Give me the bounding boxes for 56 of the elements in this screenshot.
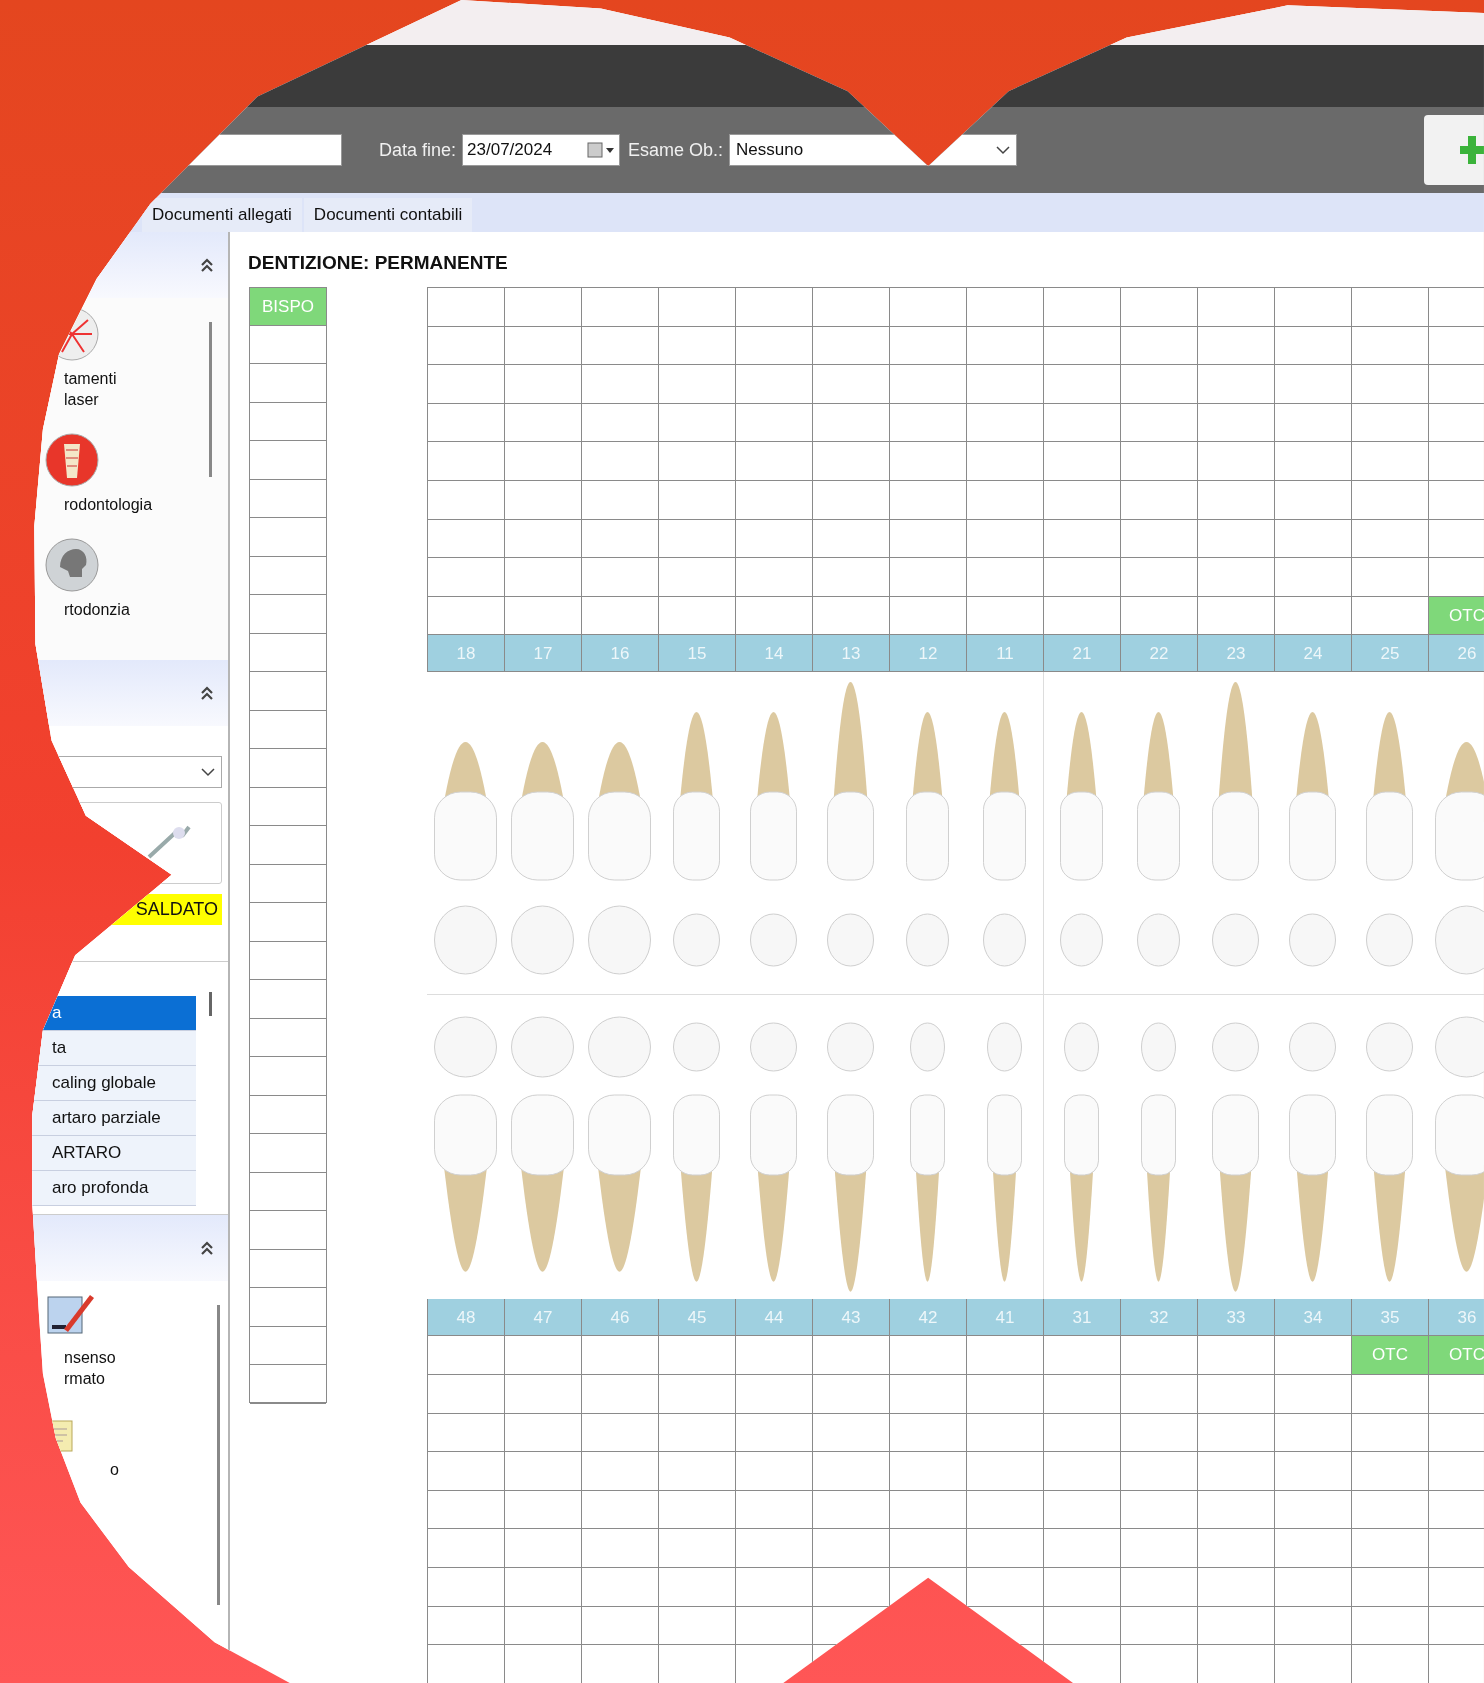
chevron-down-icon [201, 767, 215, 777]
scrollbar[interactable] [209, 992, 212, 1016]
tooth-number: 13 [841, 642, 861, 665]
tab[interactable]: Documenti contabili [303, 198, 473, 232]
scrollbar[interactable] [217, 1305, 220, 1605]
tooth-implant-icon [44, 432, 100, 488]
tooth-tag: OTC [1429, 1336, 1484, 1374]
panel-item-label[interactable]: tamenti laser [64, 368, 117, 410]
tooth-number: 45 [687, 1306, 707, 1329]
tooth-tag: OTC [1429, 596, 1484, 635]
collapse-icon[interactable] [200, 257, 214, 273]
tooth-number: 34 [1303, 1306, 1323, 1329]
tooth-number: 44 [764, 1306, 784, 1329]
add-button[interactable] [1424, 115, 1484, 185]
side-tag: BISPO [250, 288, 326, 325]
date-field[interactable]: 23/07/2024 [462, 134, 621, 166]
tooth-tag: OTC [1352, 1336, 1428, 1374]
tooth-number: 22 [1149, 642, 1169, 665]
end-date-label: Data fine: [379, 138, 457, 162]
panel-item-label[interactable]: o [110, 1459, 119, 1480]
tooth-number: 16 [610, 642, 630, 665]
tooth-number: 42 [918, 1306, 938, 1329]
tooth-number: 18 [456, 642, 476, 665]
panel-item-label[interactable]: rtodonzia [64, 599, 130, 620]
tooth-number: 32 [1149, 1306, 1169, 1329]
tab[interactable]: Documenti allegati [142, 198, 302, 232]
scrollbar[interactable] [209, 322, 212, 477]
tooth-number: 23 [1226, 642, 1246, 665]
tooth-number: 33 [1226, 1306, 1246, 1329]
tooth-number: 43 [841, 1306, 861, 1329]
tooth-number: 47 [533, 1306, 553, 1329]
collapse-icon[interactable] [200, 1240, 214, 1256]
tooth-number: 26 [1457, 642, 1477, 665]
skull-icon [44, 537, 100, 593]
chevron-down-icon [996, 145, 1011, 155]
panel-item-label[interactable]: rodontologia [64, 494, 153, 515]
tooth-number: 41 [995, 1306, 1015, 1329]
exam-label: Esame Ob.: [628, 138, 724, 162]
dentition-title: DENTIZIONE: PERMANENTE [248, 251, 509, 271]
tooth-number: 35 [1380, 1306, 1400, 1329]
tooth-number: 21 [1072, 642, 1092, 665]
collapse-icon[interactable] [200, 685, 214, 701]
tooth-number: 11 [996, 642, 1014, 665]
tooth-number: 36 [1457, 1306, 1477, 1329]
tooth-number: 15 [687, 642, 707, 665]
tooth-number: 14 [764, 642, 784, 665]
panel-item-label[interactable]: nsenso rmato [64, 1347, 116, 1389]
tooth-number: 12 [918, 642, 938, 665]
tooth-number: 25 [1380, 642, 1400, 665]
tooth-number: 31 [1072, 1306, 1092, 1329]
exam-select[interactable]: Nessuno [729, 134, 1018, 166]
tooth-number: 48 [456, 1306, 476, 1329]
tooth-number: 24 [1303, 642, 1323, 665]
tooth-number: 17 [533, 642, 553, 665]
tooth-number: 46 [610, 1306, 630, 1329]
calendar-icon[interactable] [587, 142, 616, 158]
